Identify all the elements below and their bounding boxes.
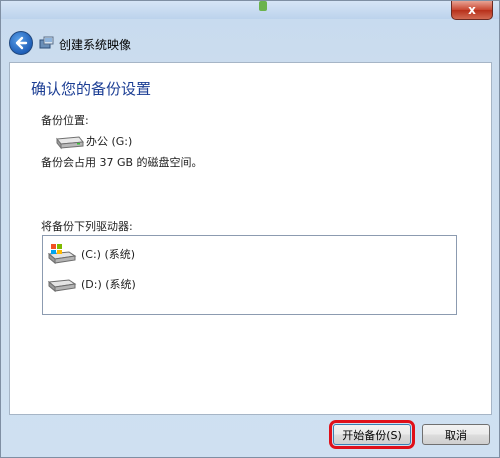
cancel-button[interactable]: 取消: [422, 424, 490, 445]
close-button[interactable]: x: [451, 1, 493, 20]
start-backup-button[interactable]: 开始备份(S): [329, 420, 415, 449]
list-item: (D:) (系统): [47, 272, 136, 296]
drive-label: (C:) (系统): [81, 248, 136, 261]
backup-wizard-icon: [39, 36, 54, 49]
close-icon: x: [468, 3, 476, 17]
wizard-window: x 创建系统映像 确认您的备份设置 备份位置: 办公 (G:) 备份会占用 37…: [0, 0, 500, 458]
backup-location-value: 办公 (G:): [86, 135, 133, 148]
drives-list-label: 将备份下列驱动器:: [41, 220, 133, 233]
wizard-title: 创建系统映像: [59, 38, 132, 52]
external-drive-icon: [56, 136, 84, 150]
list-item: (C:) (系统): [47, 242, 135, 266]
back-arrow-icon: [15, 36, 28, 50]
windows-drive-icon: [47, 244, 77, 265]
backup-space-text: 备份会占用 37 GB 的磁盘空间。: [41, 156, 203, 169]
backup-location-label: 备份位置:: [41, 114, 89, 127]
caption-decoration: [259, 1, 267, 11]
drive-list: (C:) (系统) (D:) (系统): [42, 235, 457, 315]
drive-label: (D:) (系统): [81, 278, 136, 291]
title-bar: [1, 1, 499, 19]
back-button[interactable]: [9, 31, 33, 55]
hard-drive-icon: [47, 279, 77, 293]
page-heading: 确认您的备份设置: [31, 80, 152, 98]
